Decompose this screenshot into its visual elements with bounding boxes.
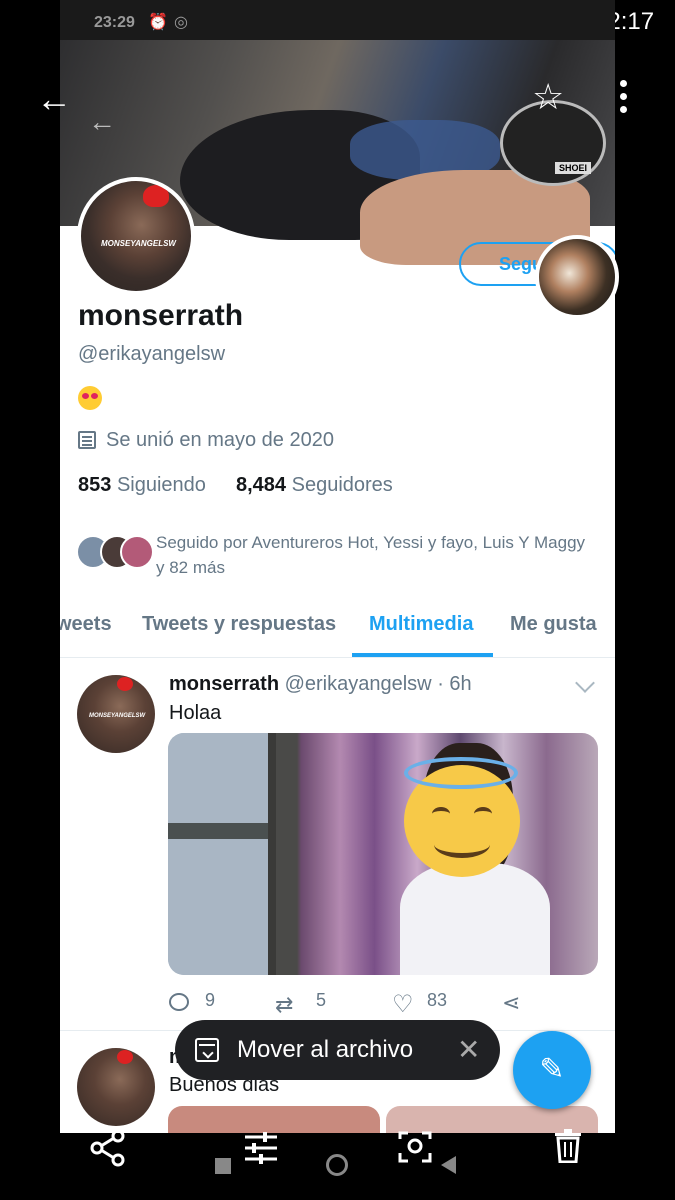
avatar-watermark: MONSEYANGELSW	[89, 713, 146, 719]
halo-icon	[404, 757, 518, 789]
back-nav-icon[interactable]	[441, 1156, 456, 1174]
home-nav-icon[interactable]	[326, 1154, 348, 1176]
emoji-mouth	[434, 831, 490, 858]
profile-name: monserrath	[78, 299, 244, 332]
like-count: 83	[427, 990, 448, 1010]
tweet-avatar[interactable]: MONSEYANGELSW	[77, 675, 155, 753]
share-icon[interactable]: ⋖	[502, 990, 520, 1016]
media-door	[168, 733, 276, 975]
tweet-text: Holaa	[169, 702, 222, 724]
avatar-heart-sticker	[143, 185, 169, 207]
tweet-time: 6h	[449, 673, 472, 695]
feather-plus-icon: ✎	[539, 1053, 565, 1086]
inner-back-arrow-icon: ←	[88, 106, 116, 137]
more-options-icon[interactable]	[620, 80, 628, 114]
tab-media[interactable]: Multimedia	[369, 613, 473, 636]
tab-tweets[interactable]: weets	[60, 613, 112, 636]
media-person	[400, 863, 550, 975]
star-icon[interactable]: ☆	[532, 76, 564, 118]
back-arrow-icon[interactable]: ←	[36, 78, 72, 120]
following-stat[interactable]: 853 Siguiendo	[78, 474, 206, 497]
close-icon[interactable]: ✕	[457, 1033, 480, 1066]
lens-icon[interactable]	[398, 1129, 432, 1163]
floating-avatar[interactable]	[535, 235, 619, 319]
following-label: Siguiendo	[116, 474, 206, 496]
inner-status-time: 23:29	[94, 14, 135, 31]
tweet-media-image[interactable]	[168, 733, 598, 975]
active-tab-indicator	[352, 653, 493, 657]
join-date: Se unió en mayo de 2020	[106, 429, 334, 451]
adjust-sliders-icon[interactable]	[243, 1131, 279, 1165]
reply-count: 9	[205, 990, 216, 1010]
followed-by-text[interactable]: Seguido por Aventureros Hot, Yessi y fay…	[156, 530, 596, 580]
tab-tweets-replies[interactable]: Tweets y respuestas	[142, 613, 336, 636]
reply-icon[interactable]	[169, 993, 189, 1011]
retweet-icon[interactable]: ⇄	[275, 992, 293, 1018]
alarm-icon: ⏰	[148, 14, 168, 31]
avatar-heart-sticker	[117, 1050, 133, 1064]
tweet-author-name[interactable]: monserrath	[169, 673, 279, 695]
archive-icon	[195, 1038, 219, 1062]
profile-handle: @erikayangelsw	[78, 343, 226, 365]
retweet-count: 5	[316, 990, 327, 1010]
trash-icon[interactable]	[553, 1129, 583, 1163]
profile-tabs: weets Tweets y respuestas Multimedia Me …	[60, 600, 615, 658]
emoji-eye	[474, 807, 492, 821]
avatar-heart-sticker	[117, 677, 133, 691]
chevron-down-icon[interactable]	[575, 673, 595, 693]
tweet-dot: ·	[437, 673, 444, 695]
avatar-watermark: MONSEYANGELSW	[101, 239, 176, 248]
toast-message: Mover al archivo	[237, 1036, 414, 1063]
tweet-media-image[interactable]	[168, 1106, 380, 1133]
emoji-eye	[432, 807, 450, 821]
recents-nav-icon[interactable]	[215, 1158, 231, 1174]
media-door-bar	[168, 823, 268, 839]
tweet-avatar[interactable]	[77, 1048, 155, 1126]
archive-toast: Mover al archivo ✕	[175, 1020, 500, 1080]
heart-eyes-emoji-icon	[78, 386, 102, 410]
followers-label: Seguidores	[291, 474, 393, 496]
profile-avatar[interactable]: MONSEYANGELSW	[77, 177, 195, 295]
messenger-icon: ◎	[174, 14, 188, 31]
inner-status-bar: 23:29 ⏰ ◎	[60, 0, 615, 40]
heart-icon[interactable]: ♡	[392, 990, 414, 1019]
share-icon[interactable]	[90, 1129, 126, 1169]
following-count: 853	[78, 474, 112, 496]
follower-avatar	[120, 535, 154, 569]
compose-tweet-button[interactable]: ✎	[513, 1031, 591, 1109]
followers-stat[interactable]: 8,484 Seguidores	[236, 474, 393, 497]
screenshot-content: 23:29 ⏰ ◎ SHOEI ← MONSEYANGELSW Segu mon…	[60, 0, 615, 1133]
tab-likes[interactable]: Me gusta	[510, 613, 597, 636]
calendar-icon	[78, 431, 96, 449]
followers-count: 8,484	[236, 474, 287, 496]
helmet-label: SHOEI	[555, 162, 591, 174]
tweet-header: monserrath @erikayangelsw · 6h	[169, 673, 472, 696]
tweet-author-handle: @erikayangelsw	[284, 673, 432, 695]
